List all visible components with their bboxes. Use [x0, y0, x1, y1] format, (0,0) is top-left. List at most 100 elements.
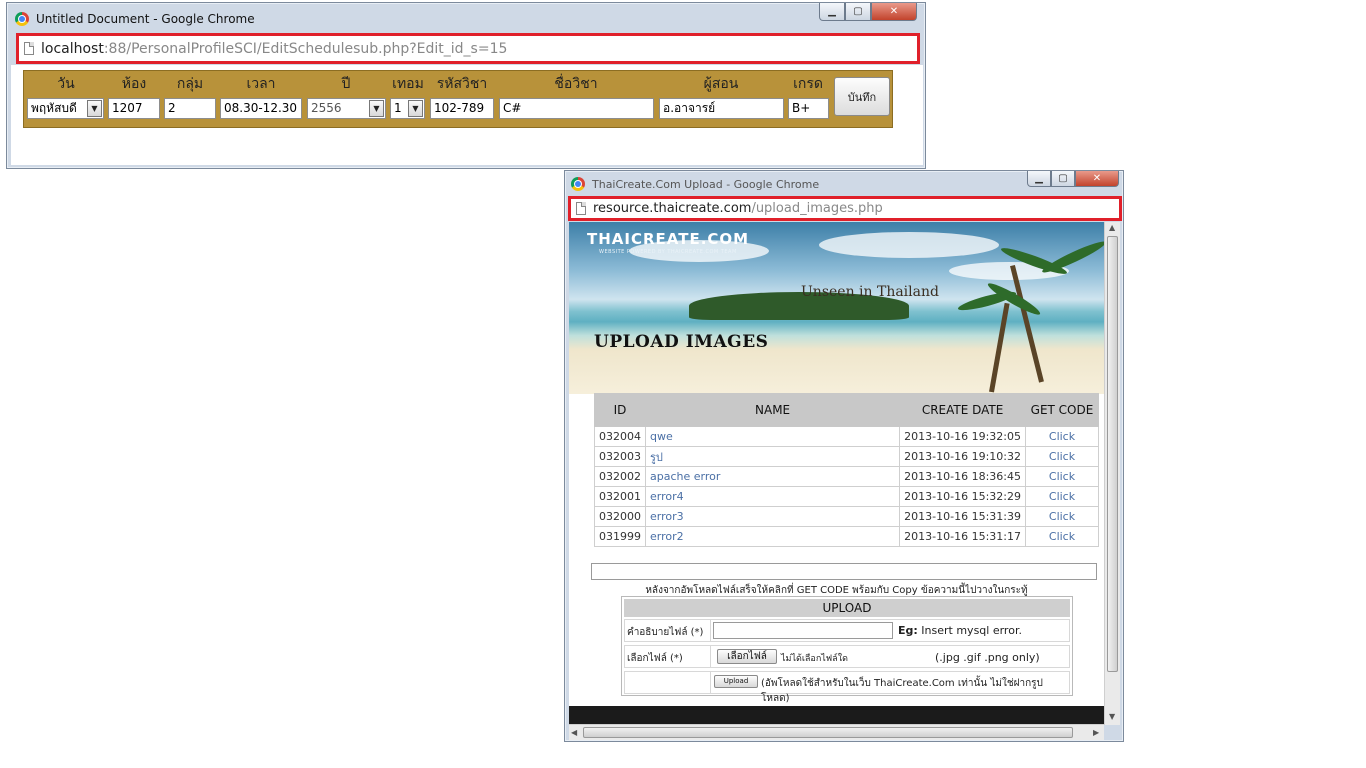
get-code-link[interactable]: Click — [1025, 526, 1099, 547]
palm-leaf-decoration — [1040, 237, 1104, 277]
year-select[interactable]: 2556 ▼ — [307, 98, 386, 119]
room-input[interactable]: 1207 — [108, 98, 160, 119]
course-name-input[interactable]: C# — [499, 98, 654, 119]
header-teacher: ผู้สอน — [703, 76, 739, 92]
upload-form-header: UPLOAD — [624, 599, 1070, 617]
upload-row: Upload (อัพโหลดใช้สำหรับในเว็บ ThaiCreat… — [624, 671, 1070, 704]
scroll-right-icon[interactable]: ▶ — [1093, 728, 1099, 737]
cloud-decoration — [819, 232, 999, 258]
row-date: 2013-10-16 15:31:39 — [899, 506, 1026, 527]
code-output-field[interactable] — [591, 563, 1097, 580]
column-header-date: CREATE DATE — [899, 393, 1026, 427]
term-value: 1 — [394, 101, 402, 115]
page-title: UPLOAD IMAGES — [594, 332, 769, 352]
table-row: 032004 qwe 2013-10-16 19:32:05 Click — [594, 426, 1099, 447]
chrome-window-schedule: Untitled Document - Google Chrome ▁ ▢ ✕ … — [6, 2, 926, 169]
row-name-link[interactable]: รูป — [644, 446, 901, 467]
table-row: 032001 error4 2013-10-16 15:32:29 Click — [594, 486, 1099, 507]
header-course-code: รหัสวิชา — [436, 76, 488, 92]
example-label: Eg: — [898, 624, 918, 637]
table-header-row: ID NAME CREATE DATE GET CODE — [594, 393, 1099, 427]
page-icon — [24, 42, 34, 55]
header-term: เทอม — [392, 76, 424, 92]
close-icon[interactable]: ✕ — [1075, 171, 1119, 187]
close-icon[interactable]: ✕ — [871, 3, 917, 21]
get-code-link[interactable]: Click — [1025, 466, 1099, 487]
window-title: ThaiCreate.Com Upload - Google Chrome — [592, 177, 820, 191]
get-code-link[interactable]: Click — [1025, 506, 1099, 527]
row-name-link[interactable]: error3 — [644, 506, 901, 527]
schedule-form: วัน ห้อง กลุ่ม เวลา ปี เทอม รหัสวิชา ชื่… — [23, 70, 893, 128]
row-name-link[interactable]: qwe — [644, 426, 901, 447]
site-logo-subtitle: WEBSITE POWERED BY THAICREATE.COM TEAM — [599, 249, 737, 255]
header-year: ปี — [341, 76, 351, 92]
table-row: 032003 รูป 2013-10-16 19:10:32 Click — [594, 446, 1099, 467]
address-bar[interactable]: localhost :88/PersonalProfileSCI/EditSch… — [16, 33, 920, 64]
file-label: เลือกไฟล์ (*) — [627, 653, 683, 664]
row-name-link[interactable]: apache error — [644, 466, 901, 487]
file-row: เลือกไฟล์ (*) เลือกไฟล์ ไม่ได้เลือกไฟล์ใ… — [624, 645, 1070, 668]
scroll-up-icon[interactable]: ▲ — [1109, 223, 1115, 232]
minimize-icon[interactable]: ▁ — [1027, 171, 1051, 187]
chevron-down-icon[interactable]: ▼ — [408, 100, 423, 117]
page-footer — [569, 706, 1104, 725]
row-id: 032001 — [594, 486, 646, 507]
example-hint: Eg: Insert mysql error. — [898, 624, 1022, 637]
vertical-scroll-thumb[interactable] — [1107, 236, 1118, 672]
table-row: 031999 error2 2013-10-16 15:31:17 Click — [594, 526, 1099, 547]
upload-note: (อัพโหลดใช้สำหรับในเว็บ ThaiCreate.Com เ… — [761, 678, 1043, 704]
row-name-link[interactable]: error2 — [644, 526, 901, 547]
site-banner: THAICREATE.COM WEBSITE POWERED BY THAICR… — [569, 222, 1104, 394]
group-input[interactable]: 2 — [164, 98, 216, 119]
upload-form: UPLOAD คำอธิบายไฟล์ (*) Eg: Insert mysql… — [621, 596, 1073, 704]
table-row: 032002 apache error 2013-10-16 18:36:45 … — [594, 466, 1099, 487]
description-input[interactable] — [713, 622, 893, 639]
upload-button[interactable]: Upload — [714, 675, 758, 688]
minimize-icon[interactable]: ▁ — [819, 3, 845, 21]
table-row: 032000 error3 2013-10-16 15:31:39 Click — [594, 506, 1099, 527]
vertical-scrollbar[interactable]: ▲ ▼ — [1104, 222, 1120, 725]
row-name-link[interactable]: error4 — [644, 486, 901, 507]
window-title-bar: Untitled Document - Google Chrome — [15, 9, 255, 29]
get-code-link[interactable]: Click — [1025, 426, 1099, 447]
horizontal-scrollbar[interactable]: ◀ ▶ — [569, 724, 1104, 740]
chevron-down-icon[interactable]: ▼ — [369, 100, 384, 117]
uploads-table: ID NAME CREATE DATE GET CODE 032004 qwe … — [594, 393, 1099, 547]
grade-input[interactable]: B+ — [788, 98, 829, 119]
window-title-bar: ThaiCreate.Com Upload - Google Chrome — [571, 174, 819, 194]
header-room: ห้อง — [121, 76, 147, 92]
scroll-left-icon[interactable]: ◀ — [571, 728, 577, 737]
day-value: พฤหัสบดี — [31, 101, 77, 115]
column-header-id: ID — [594, 393, 646, 427]
scroll-down-icon[interactable]: ▼ — [1109, 712, 1115, 721]
maximize-icon[interactable]: ▢ — [845, 3, 871, 21]
maximize-icon[interactable]: ▢ — [1051, 171, 1075, 187]
site-logo[interactable]: THAICREATE.COM — [587, 230, 749, 248]
get-code-link[interactable]: Click — [1025, 486, 1099, 507]
url-path: :88/PersonalProfileSCI/EditSchedulesub.p… — [103, 40, 508, 57]
cell-divider — [710, 620, 711, 641]
address-bar[interactable]: resource.thaicreate.com /upload_images.p… — [568, 196, 1122, 221]
row-date: 2013-10-16 15:31:17 — [899, 526, 1026, 547]
header-group: กลุ่ม — [176, 76, 204, 92]
save-button[interactable]: บันทึก — [834, 77, 890, 116]
teacher-input[interactable]: อ.อาจารย์ — [659, 98, 784, 119]
chevron-down-icon[interactable]: ▼ — [87, 100, 102, 117]
page-icon — [576, 202, 586, 215]
choose-file-button[interactable]: เลือกไฟล์ — [717, 649, 777, 664]
example-value: Insert mysql error. — [921, 624, 1022, 637]
window-title: Untitled Document - Google Chrome — [36, 12, 255, 26]
chrome-logo-icon — [15, 12, 29, 26]
page-content: วัน ห้อง กลุ่ม เวลา ปี เทอม รหัสวิชา ชื่… — [11, 65, 923, 165]
day-select[interactable]: พฤหัสบดี ▼ — [27, 98, 104, 119]
column-header-name: NAME — [644, 393, 901, 427]
header-day: วัน — [57, 76, 75, 92]
horizontal-scroll-thumb[interactable] — [583, 727, 1073, 738]
term-select[interactable]: 1 ▼ — [390, 98, 425, 119]
course-code-input[interactable]: 102-789 — [430, 98, 494, 119]
window-controls: ▁ ▢ ✕ — [1027, 171, 1119, 187]
row-id: 031999 — [594, 526, 646, 547]
get-code-link[interactable]: Click — [1025, 446, 1099, 467]
row-date: 2013-10-16 18:36:45 — [899, 466, 1026, 487]
time-input[interactable]: 08.30-12.30 — [220, 98, 302, 119]
